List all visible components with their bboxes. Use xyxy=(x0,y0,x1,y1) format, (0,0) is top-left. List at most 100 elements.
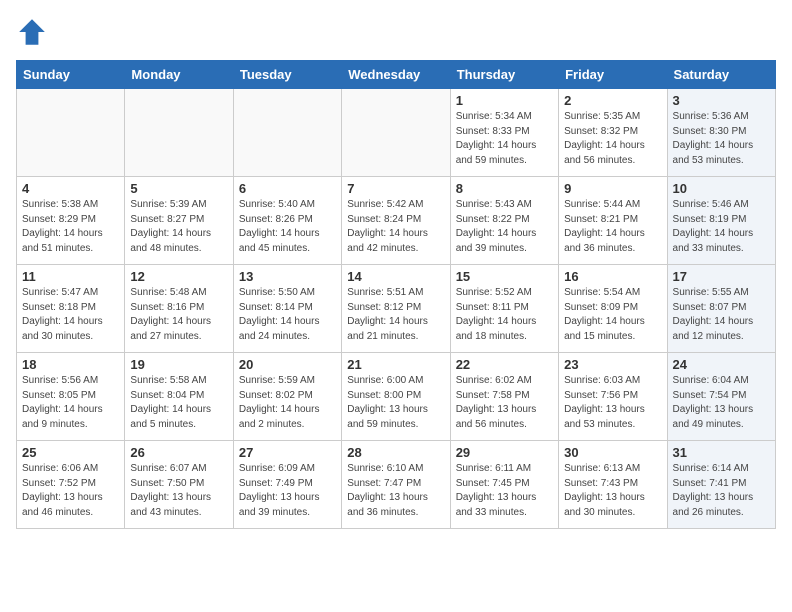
day-info: Sunrise: 5:35 AM Sunset: 8:32 PM Dayligh… xyxy=(564,110,661,168)
day-info: Sunrise: 5:40 AM Sunset: 8:26 PM Dayligh… xyxy=(239,198,336,256)
calendar-cell: 18 Sunrise: 5:56 AM Sunset: 8:05 PM Dayli… xyxy=(17,353,125,441)
calendar-cell: 13 Sunrise: 5:50 AM Sunset: 8:14 PM Dayli… xyxy=(233,265,341,353)
calendar-cell: 10Sunrise: 5:46 AM Sunset: 8:19 PM Dayli… xyxy=(667,177,775,265)
day-number: 8 xyxy=(456,181,553,196)
day-info: Sunrise: 5:48 AM Sunset: 8:16 PM Dayligh… xyxy=(130,286,227,344)
day-info: Sunrise: 5:34 AM Sunset: 8:33 PM Dayligh… xyxy=(456,110,553,168)
day-number: 30 xyxy=(564,445,661,460)
day-info: Sunrise: 5:38 AM Sunset: 8:29 PM Dayligh… xyxy=(22,198,119,256)
calendar-cell: 21 Sunrise: 6:00 AM Sunset: 8:00 PM Dayli… xyxy=(342,353,450,441)
calendar-cell: 1 Sunrise: 5:34 AM Sunset: 8:33 PM Daylig… xyxy=(450,89,558,177)
calendar-cell: 29 Sunrise: 6:11 AM Sunset: 7:45 PM Dayli… xyxy=(450,441,558,529)
header-cell-sunday: Sunday xyxy=(17,61,125,89)
day-number: 15 xyxy=(456,269,553,284)
day-info: Sunrise: 5:42 AM Sunset: 8:24 PM Dayligh… xyxy=(347,198,444,256)
header-cell-friday: Friday xyxy=(559,61,667,89)
day-number: 6 xyxy=(239,181,336,196)
day-number: 19 xyxy=(130,357,227,372)
day-info: Sunrise: 6:09 AM Sunset: 7:49 PM Dayligh… xyxy=(239,462,336,520)
calendar-cell: 15 Sunrise: 5:52 AM Sunset: 8:11 PM Dayli… xyxy=(450,265,558,353)
calendar-cell: 20 Sunrise: 5:59 AM Sunset: 8:02 PM Dayli… xyxy=(233,353,341,441)
calendar-cell: 11 Sunrise: 5:47 AM Sunset: 8:18 PM Dayli… xyxy=(17,265,125,353)
day-number: 16 xyxy=(564,269,661,284)
day-number: 4 xyxy=(22,181,119,196)
day-info: Sunrise: 5:59 AM Sunset: 8:02 PM Dayligh… xyxy=(239,374,336,432)
day-number: 5 xyxy=(130,181,227,196)
day-info: Sunrise: 6:13 AM Sunset: 7:43 PM Dayligh… xyxy=(564,462,661,520)
calendar-cell: 16 Sunrise: 5:54 AM Sunset: 8:09 PM Dayli… xyxy=(559,265,667,353)
calendar-cell: 28 Sunrise: 6:10 AM Sunset: 7:47 PM Dayli… xyxy=(342,441,450,529)
calendar-cell xyxy=(233,89,341,177)
week-row-4: 18 Sunrise: 5:56 AM Sunset: 8:05 PM Dayli… xyxy=(17,353,776,441)
day-number: 22 xyxy=(456,357,553,372)
day-number: 17 xyxy=(673,269,770,284)
day-number: 7 xyxy=(347,181,444,196)
day-info: Sunrise: 6:11 AM Sunset: 7:45 PM Dayligh… xyxy=(456,462,553,520)
week-row-3: 11 Sunrise: 5:47 AM Sunset: 8:18 PM Dayli… xyxy=(17,265,776,353)
calendar-cell: 27Sunrise: 6:09 AM Sunset: 7:49 PM Dayli… xyxy=(233,441,341,529)
day-info: Sunrise: 5:56 AM Sunset: 8:05 PM Dayligh… xyxy=(22,374,119,432)
header-cell-saturday: Saturday xyxy=(667,61,775,89)
day-info: Sunrise: 5:55 AM Sunset: 8:07 PM Dayligh… xyxy=(673,286,770,344)
day-info: Sunrise: 5:50 AM Sunset: 8:14 PM Dayligh… xyxy=(239,286,336,344)
day-number: 12 xyxy=(130,269,227,284)
calendar-cell xyxy=(342,89,450,177)
calendar-cell: 6 Sunrise: 5:40 AM Sunset: 8:26 PM Daylig… xyxy=(233,177,341,265)
day-number: 2 xyxy=(564,93,661,108)
day-info: Sunrise: 6:04 AM Sunset: 7:54 PM Dayligh… xyxy=(673,374,770,432)
day-number: 9 xyxy=(564,181,661,196)
day-info: Sunrise: 6:06 AM Sunset: 7:52 PM Dayligh… xyxy=(22,462,119,520)
header-cell-wednesday: Wednesday xyxy=(342,61,450,89)
day-number: 24 xyxy=(673,357,770,372)
logo-icon xyxy=(16,16,48,48)
calendar-cell: 5Sunrise: 5:39 AM Sunset: 8:27 PM Daylig… xyxy=(125,177,233,265)
calendar-cell: 3 Sunrise: 5:36 AM Sunset: 8:30 PM Daylig… xyxy=(667,89,775,177)
day-info: Sunrise: 5:52 AM Sunset: 8:11 PM Dayligh… xyxy=(456,286,553,344)
day-number: 11 xyxy=(22,269,119,284)
header-cell-monday: Monday xyxy=(125,61,233,89)
day-number: 20 xyxy=(239,357,336,372)
calendar-cell xyxy=(17,89,125,177)
page-header xyxy=(16,16,776,48)
day-info: Sunrise: 5:54 AM Sunset: 8:09 PM Dayligh… xyxy=(564,286,661,344)
day-number: 18 xyxy=(22,357,119,372)
calendar-table: SundayMondayTuesdayWednesdayThursdayFrid… xyxy=(16,60,776,529)
day-number: 1 xyxy=(456,93,553,108)
calendar-cell: 19Sunrise: 5:58 AM Sunset: 8:04 PM Dayli… xyxy=(125,353,233,441)
day-info: Sunrise: 6:10 AM Sunset: 7:47 PM Dayligh… xyxy=(347,462,444,520)
calendar-cell xyxy=(125,89,233,177)
calendar-cell: 7 Sunrise: 5:42 AM Sunset: 8:24 PM Daylig… xyxy=(342,177,450,265)
day-number: 28 xyxy=(347,445,444,460)
calendar-cell: 17 Sunrise: 5:55 AM Sunset: 8:07 PM Dayli… xyxy=(667,265,775,353)
day-number: 23 xyxy=(564,357,661,372)
day-info: Sunrise: 5:47 AM Sunset: 8:18 PM Dayligh… xyxy=(22,286,119,344)
calendar-cell: 9Sunrise: 5:44 AM Sunset: 8:21 PM Daylig… xyxy=(559,177,667,265)
day-number: 29 xyxy=(456,445,553,460)
day-info: Sunrise: 6:03 AM Sunset: 7:56 PM Dayligh… xyxy=(564,374,661,432)
day-info: Sunrise: 6:02 AM Sunset: 7:58 PM Dayligh… xyxy=(456,374,553,432)
day-number: 25 xyxy=(22,445,119,460)
day-number: 13 xyxy=(239,269,336,284)
day-info: Sunrise: 5:51 AM Sunset: 8:12 PM Dayligh… xyxy=(347,286,444,344)
day-info: Sunrise: 5:43 AM Sunset: 8:22 PM Dayligh… xyxy=(456,198,553,256)
day-number: 21 xyxy=(347,357,444,372)
day-info: Sunrise: 6:14 AM Sunset: 7:41 PM Dayligh… xyxy=(673,462,770,520)
week-row-2: 4 Sunrise: 5:38 AM Sunset: 8:29 PM Daylig… xyxy=(17,177,776,265)
day-info: Sunrise: 6:07 AM Sunset: 7:50 PM Dayligh… xyxy=(130,462,227,520)
calendar-cell: 12 Sunrise: 5:48 AM Sunset: 8:16 PM Dayli… xyxy=(125,265,233,353)
day-info: Sunrise: 5:46 AM Sunset: 8:19 PM Dayligh… xyxy=(673,198,770,256)
day-info: Sunrise: 6:00 AM Sunset: 8:00 PM Dayligh… xyxy=(347,374,444,432)
calendar-cell: 14Sunrise: 5:51 AM Sunset: 8:12 PM Dayli… xyxy=(342,265,450,353)
calendar-cell: 26Sunrise: 6:07 AM Sunset: 7:50 PM Dayli… xyxy=(125,441,233,529)
calendar-cell: 22 Sunrise: 6:02 AM Sunset: 7:58 PM Dayli… xyxy=(450,353,558,441)
day-number: 3 xyxy=(673,93,770,108)
calendar-cell: 2 Sunrise: 5:35 AM Sunset: 8:32 PM Daylig… xyxy=(559,89,667,177)
logo xyxy=(16,16,52,48)
header-row: SundayMondayTuesdayWednesdayThursdayFrid… xyxy=(17,61,776,89)
day-info: Sunrise: 5:36 AM Sunset: 8:30 PM Dayligh… xyxy=(673,110,770,168)
header-cell-tuesday: Tuesday xyxy=(233,61,341,89)
calendar-cell: 31Sunrise: 6:14 AM Sunset: 7:41 PM Dayli… xyxy=(667,441,775,529)
header-cell-thursday: Thursday xyxy=(450,61,558,89)
calendar-cell: 25 Sunrise: 6:06 AM Sunset: 7:52 PM Dayli… xyxy=(17,441,125,529)
calendar-cell: 24 Sunrise: 6:04 AM Sunset: 7:54 PM Dayli… xyxy=(667,353,775,441)
